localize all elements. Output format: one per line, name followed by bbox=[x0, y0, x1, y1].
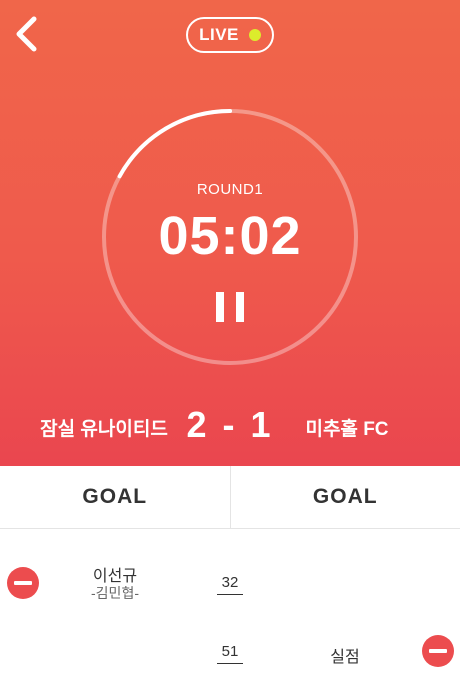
home-goal-button[interactable]: GOAL bbox=[0, 466, 231, 528]
event-minute: 51 bbox=[217, 643, 243, 664]
pause-button[interactable] bbox=[216, 290, 244, 324]
chevron-left-icon bbox=[16, 16, 37, 52]
away-team-name: 미추홀 FC bbox=[305, 419, 389, 440]
goal-actions: GOAL GOAL bbox=[0, 466, 460, 529]
event-row-home-goal: 이선규 -김민협- 32 bbox=[0, 552, 460, 612]
event-row-away-goal: 51 실점 bbox=[0, 620, 460, 680]
remove-event-button[interactable] bbox=[422, 635, 454, 667]
home-team-name: 잠실 유나이티드 bbox=[40, 419, 168, 440]
event-minute: 32 bbox=[217, 574, 243, 595]
pause-icon-bar bbox=[216, 292, 224, 322]
pause-icon-bar bbox=[236, 292, 244, 322]
remove-event-button[interactable] bbox=[7, 567, 39, 599]
match-header: LIVE ROUND1 05:02 잠실 유나이티드 2 - 1 미추홀 FC bbox=[0, 0, 460, 466]
away-goal-button[interactable]: GOAL bbox=[231, 466, 460, 528]
conceded-label: 실점 bbox=[330, 649, 360, 666]
live-indicator-dot bbox=[248, 29, 261, 41]
round-label: ROUND1 bbox=[196, 181, 264, 198]
match-clock: 05:02 bbox=[158, 206, 302, 266]
back-button[interactable] bbox=[10, 14, 44, 54]
live-badge: LIVE bbox=[186, 17, 274, 53]
assist-name: -김민협- bbox=[91, 585, 139, 601]
score: 2 - 1 bbox=[186, 404, 274, 445]
live-label: LIVE bbox=[199, 25, 239, 44]
